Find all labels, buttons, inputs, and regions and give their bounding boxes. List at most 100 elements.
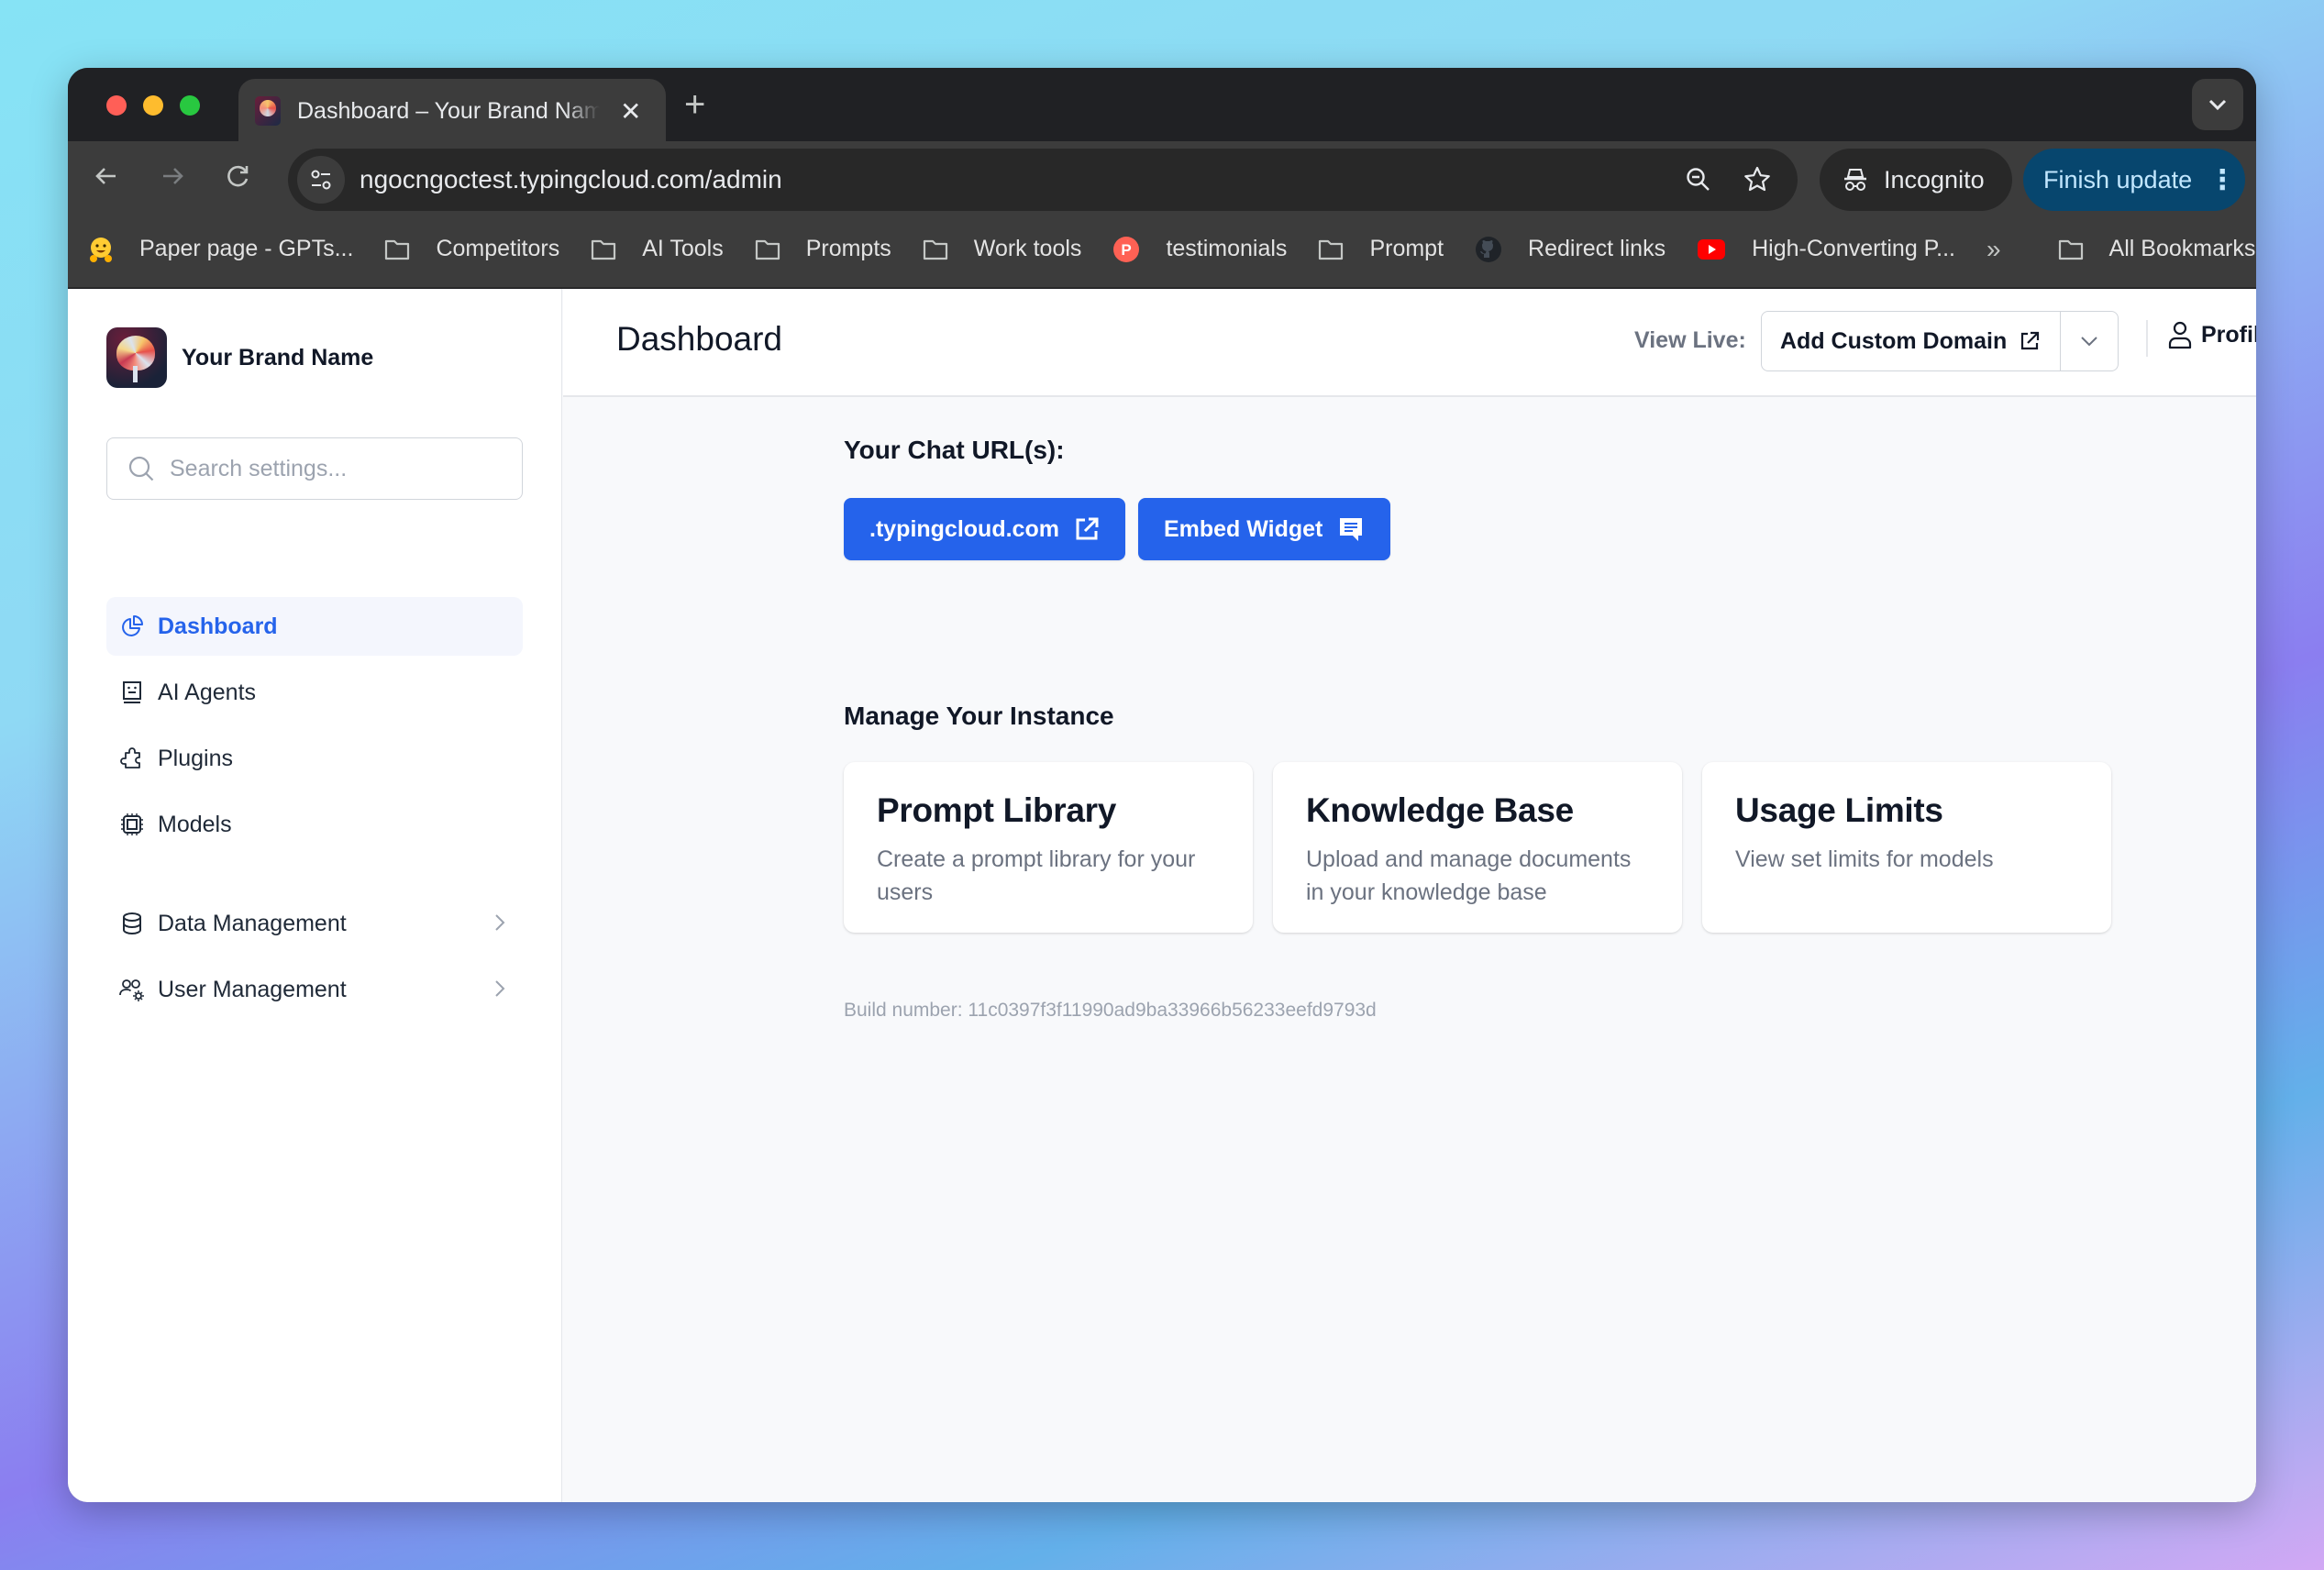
all-bookmarks-button[interactable]: All Bookmarks bbox=[2058, 236, 2255, 262]
bookmark-item[interactable]: High-Converting P... bbox=[1697, 236, 1955, 262]
chat-urls-title: Your Chat URL(s): bbox=[844, 436, 1065, 464]
zoom-button[interactable] bbox=[1680, 161, 1717, 198]
bookmark-label: Competitors bbox=[436, 236, 560, 261]
bookmark-item[interactable]: Ptestimonials bbox=[1112, 236, 1287, 263]
database-icon bbox=[119, 911, 145, 936]
prompt-library-card[interactable]: Prompt Library Create a prompt library f… bbox=[844, 762, 1253, 933]
sidebar-item-ai-agents[interactable]: AI Agents bbox=[106, 663, 523, 722]
sidebar-item-models[interactable]: Models bbox=[106, 795, 523, 854]
bookmark-label: Prompts bbox=[805, 236, 891, 261]
browser-tab-active[interactable]: Dashboard – Your Brand Name ✕ bbox=[238, 79, 666, 143]
sidebar-item-label: Models bbox=[158, 811, 232, 837]
more-bookmarks-button[interactable]: » bbox=[1986, 235, 2001, 264]
open-chat-url-button[interactable]: .typingcloud.com bbox=[844, 498, 1125, 560]
bookmark-item[interactable]: AI Tools bbox=[591, 236, 724, 262]
folder-icon bbox=[923, 238, 961, 260]
puzzle-icon bbox=[119, 746, 145, 771]
zoom-out-icon bbox=[1687, 168, 1710, 191]
bookmark-item[interactable]: Paper page - GPTs... bbox=[88, 236, 353, 263]
bookmark-item[interactable]: Prompt bbox=[1318, 236, 1444, 262]
chevron-right-icon bbox=[495, 914, 505, 931]
folder-icon bbox=[1318, 238, 1356, 260]
brand[interactable]: Your Brand Name bbox=[106, 327, 373, 388]
finish-update-button[interactable]: Finish update ⋮ bbox=[2023, 149, 2245, 211]
bookmark-label: AI Tools bbox=[642, 236, 724, 261]
card-description: Create a prompt library for your users bbox=[877, 846, 1196, 905]
sidebar: Your Brand Name Dashboard AI Agents bbox=[68, 289, 562, 1502]
tab-search-button[interactable] bbox=[2192, 79, 2243, 130]
chat-url-label: .typingcloud.com bbox=[869, 515, 1059, 542]
sidebar-item-label: Plugins bbox=[158, 745, 233, 771]
bookmark-star-button[interactable] bbox=[1739, 161, 1776, 198]
browser-window: Dashboard – Your Brand Name ✕ + ngocngoc… bbox=[68, 68, 2256, 1502]
forward-button[interactable] bbox=[150, 154, 194, 198]
close-window-button[interactable] bbox=[106, 95, 127, 116]
bookmarks-bar: Paper page - GPTs... Competitors AI Tools P… bbox=[68, 211, 2256, 288]
star-icon bbox=[1744, 166, 1770, 192]
tune-icon bbox=[311, 170, 331, 190]
robot-icon bbox=[119, 680, 145, 705]
card-title: Knowledge Base bbox=[1306, 791, 1574, 829]
folder-icon bbox=[591, 238, 629, 260]
svg-text:P: P bbox=[1122, 241, 1132, 259]
external-link-icon bbox=[2021, 331, 2040, 350]
address-bar[interactable]: ngocngoctest.typingcloud.com/admin bbox=[288, 149, 1798, 211]
bookmark-item[interactable]: Prompts bbox=[755, 236, 891, 262]
chat-url-buttons: .typingcloud.com Embed Widget bbox=[844, 498, 1403, 560]
bookmark-label: Paper page - GPTs... bbox=[139, 236, 354, 261]
sidebar-nav: Dashboard AI Agents Plugins Models Data … bbox=[106, 597, 523, 1026]
cpu-chip-icon bbox=[119, 812, 145, 837]
bookmark-item[interactable]: Competitors bbox=[384, 236, 559, 262]
sidebar-item-dashboard[interactable]: Dashboard bbox=[106, 597, 523, 656]
bookmark-label: testimonials bbox=[1166, 236, 1288, 261]
search-settings-input[interactable] bbox=[170, 455, 500, 482]
user-icon bbox=[2168, 321, 2192, 349]
huggingface-icon bbox=[88, 236, 127, 263]
add-custom-domain-label: Add Custom Domain bbox=[1780, 327, 2008, 354]
bookmark-item[interactable]: Work tools bbox=[923, 236, 1082, 262]
manage-cards: Prompt Library Create a prompt library f… bbox=[844, 762, 2131, 933]
reload-button[interactable] bbox=[216, 154, 260, 198]
users-gear-icon bbox=[119, 977, 145, 1002]
incognito-badge[interactable]: Incognito bbox=[1820, 149, 2012, 211]
chevron-down-icon bbox=[2081, 337, 2097, 347]
folder-icon bbox=[2058, 238, 2097, 260]
chevron-right-icon bbox=[495, 980, 505, 997]
bookmark-label: High-Converting P... bbox=[1752, 236, 1955, 261]
arrow-right-icon bbox=[163, 168, 183, 184]
add-custom-domain-button[interactable]: Add Custom Domain bbox=[1762, 312, 2061, 370]
card-description: View set limits for models bbox=[1735, 846, 1994, 872]
minimize-window-button[interactable] bbox=[143, 95, 163, 116]
sidebar-group-user-management[interactable]: User Management bbox=[106, 960, 523, 1019]
embed-widget-button[interactable]: Embed Widget bbox=[1137, 498, 1391, 560]
back-button[interactable] bbox=[84, 154, 128, 198]
bookmark-label: Work tools bbox=[973, 236, 1082, 261]
sidebar-group-data-management[interactable]: Data Management bbox=[106, 894, 523, 953]
folder-icon bbox=[755, 238, 793, 260]
bookmark-item[interactable]: Redirect links bbox=[1475, 236, 1666, 263]
domain-dropdown-button[interactable] bbox=[2061, 312, 2118, 370]
search-settings-field[interactable] bbox=[106, 437, 523, 500]
producthunt-icon: P bbox=[1112, 236, 1153, 263]
incognito-label: Incognito bbox=[1884, 165, 1985, 193]
new-tab-button[interactable]: + bbox=[684, 84, 705, 126]
card-title: Usage Limits bbox=[1735, 791, 1943, 829]
site-info-button[interactable] bbox=[297, 156, 345, 204]
profile-button[interactable]: Profile bbox=[2166, 320, 2256, 349]
url-text[interactable]: ngocngoctest.typingcloud.com/admin bbox=[360, 165, 1680, 194]
header-divider bbox=[2146, 320, 2148, 357]
knowledge-base-card[interactable]: Knowledge Base Upload and manage documen… bbox=[1273, 762, 1682, 933]
maximize-window-button[interactable] bbox=[180, 95, 200, 116]
sidebar-item-plugins[interactable]: Plugins bbox=[106, 729, 523, 788]
more-vert-icon: ⋮ bbox=[2208, 164, 2237, 195]
sidebar-item-label: Dashboard bbox=[158, 613, 278, 639]
folder-icon bbox=[384, 238, 423, 260]
tab-title: Dashboard – Your Brand Name bbox=[297, 97, 600, 124]
chevron-down-icon bbox=[2208, 99, 2227, 111]
main-panel: Dashboard View Live: Add Custom Domain P… bbox=[563, 289, 2256, 1502]
sidebar-item-label: Data Management bbox=[158, 910, 347, 936]
usage-limits-card[interactable]: Usage Limits View set limits for models bbox=[1702, 762, 2111, 933]
chat-message-icon bbox=[1340, 518, 1363, 541]
github-icon bbox=[1475, 236, 1515, 263]
tab-close-icon[interactable]: ✕ bbox=[620, 96, 641, 127]
